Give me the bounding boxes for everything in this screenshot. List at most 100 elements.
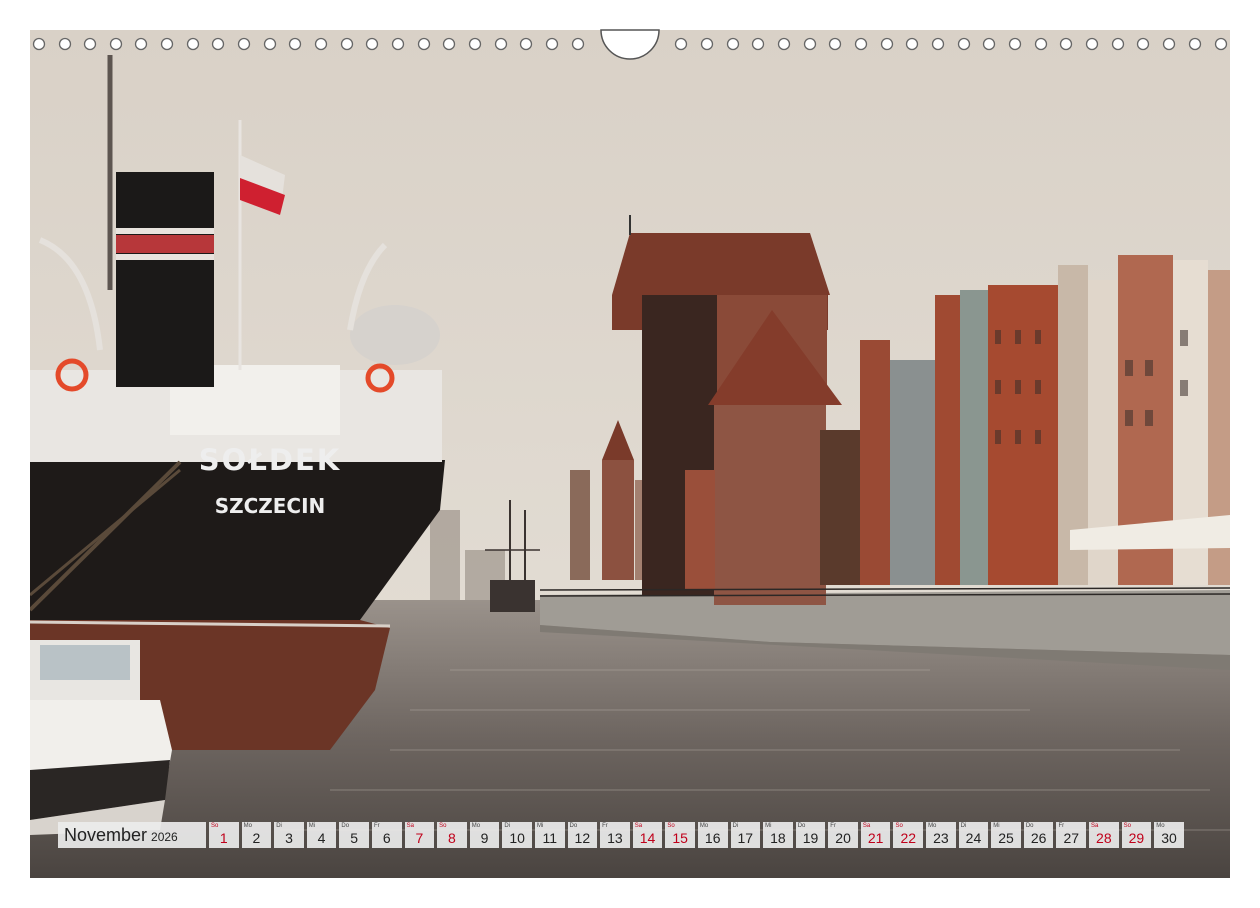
day-number: 23 xyxy=(933,830,949,846)
day-abbr: Do xyxy=(341,823,350,829)
calendar-page: SOŁDEK SZCZECIN xyxy=(30,30,1230,878)
day-abbr: Mi xyxy=(308,823,316,829)
day-cell: So 8 xyxy=(437,822,467,848)
day-abbr: Fr xyxy=(373,823,380,829)
day-number: 29 xyxy=(1128,830,1145,846)
day-cell: Fr 20 xyxy=(828,822,858,848)
day-number: 14 xyxy=(639,830,656,846)
day-cell: Sa 7 xyxy=(404,822,435,848)
day-list: So 1 Mo 2 Di 3 Mi 4 Do 5 Fr 6 Sa 7 So 8 Mo 9 Di 10 Mi 11 Do 12 F… xyxy=(209,822,1184,848)
day-abbr: Sa xyxy=(406,823,414,829)
month-label: November 2026 xyxy=(58,822,206,848)
day-abbr: So xyxy=(211,823,219,829)
day-cell: Mo 23 xyxy=(926,822,956,848)
day-cell: Fr 27 xyxy=(1056,822,1087,848)
day-number: 1 xyxy=(219,830,228,846)
day-cell: Fr 6 xyxy=(371,822,402,848)
day-number: 24 xyxy=(965,830,982,846)
day-cell: So 29 xyxy=(1121,822,1152,848)
day-number: 25 xyxy=(998,830,1014,846)
day-number: 30 xyxy=(1161,830,1177,846)
day-abbr: Sa xyxy=(862,823,871,829)
calendar-strip: November 2026 So 1 Mo 2 Di 3 Mi 4 Do 5 Fr 6 Sa 7 So 8 Mo… xyxy=(58,822,1184,848)
day-abbr: So xyxy=(667,823,675,829)
day-cell: So 1 xyxy=(209,822,239,848)
day-abbr: Di xyxy=(732,823,739,829)
day-abbr: Mo xyxy=(243,823,252,829)
month-year: 2026 xyxy=(151,830,178,844)
ship-port: SZCZECIN xyxy=(215,494,326,518)
ship-name: SOŁDEK xyxy=(199,443,342,477)
day-abbr: Di xyxy=(504,823,511,829)
day-abbr: Mi xyxy=(993,823,1000,829)
day-number: 20 xyxy=(835,830,851,846)
day-cell: Di 24 xyxy=(958,822,989,848)
harbour-photo: SOŁDEK SZCZECIN xyxy=(30,30,1230,878)
day-cell: Do 12 xyxy=(567,822,598,848)
day-abbr: Sa xyxy=(1091,823,1099,829)
day-number: 26 xyxy=(1030,830,1047,846)
month-name: November xyxy=(64,824,148,845)
day-number: 28 xyxy=(1096,830,1112,846)
day-abbr: Di xyxy=(960,823,967,829)
day-cell: So 22 xyxy=(893,822,924,848)
day-number: 4 xyxy=(317,830,326,846)
day-number: 21 xyxy=(867,830,884,846)
day-number: 10 xyxy=(509,830,525,846)
day-number: 3 xyxy=(285,830,293,846)
day-cell: Mi 18 xyxy=(763,822,793,848)
day-cell: Di 17 xyxy=(730,822,761,848)
day-number: 9 xyxy=(480,830,489,846)
day-cell: Do 26 xyxy=(1023,822,1054,848)
day-abbr: Mo xyxy=(699,823,709,829)
day-cell: Fr 13 xyxy=(600,822,630,848)
day-cell: Mo 16 xyxy=(697,822,728,848)
day-number: 16 xyxy=(704,830,721,846)
day-abbr: Mi xyxy=(536,823,544,829)
day-number: 7 xyxy=(415,830,424,846)
day-number: 2 xyxy=(252,830,261,846)
day-abbr: Mi xyxy=(765,823,772,829)
day-number: 15 xyxy=(672,830,688,846)
day-number: 8 xyxy=(448,830,456,846)
day-abbr: So xyxy=(895,823,903,829)
day-number: 18 xyxy=(770,830,786,846)
day-abbr: Di xyxy=(276,823,282,829)
day-number: 6 xyxy=(382,830,391,846)
day-number: 13 xyxy=(607,830,623,846)
day-abbr: Sa xyxy=(634,823,643,829)
day-cell: Do 19 xyxy=(795,822,826,848)
day-number: 12 xyxy=(574,830,591,846)
ring-binding xyxy=(32,29,1228,60)
day-cell: Di 3 xyxy=(274,822,304,848)
day-cell: Do 5 xyxy=(339,822,369,848)
day-cell: Mo 2 xyxy=(241,822,272,848)
day-number: 5 xyxy=(350,830,359,846)
day-number: 11 xyxy=(542,830,557,846)
day-abbr: Fr xyxy=(830,823,836,829)
day-cell: Mo 9 xyxy=(469,822,500,848)
day-cell: Mo 30 xyxy=(1154,822,1184,848)
day-cell: Mi 25 xyxy=(991,822,1021,848)
day-abbr: Do xyxy=(1025,823,1034,829)
day-cell: So 15 xyxy=(665,822,695,848)
day-number: 19 xyxy=(802,830,819,846)
day-cell: Mi 11 xyxy=(534,822,565,848)
day-abbr: So xyxy=(1123,823,1131,829)
day-cell: Mi 4 xyxy=(306,822,337,848)
day-abbr: Mo xyxy=(1156,823,1165,829)
day-abbr: Mo xyxy=(928,823,937,829)
day-abbr: So xyxy=(439,823,447,829)
day-number: 22 xyxy=(900,830,917,846)
day-abbr: Fr xyxy=(1058,823,1065,829)
day-number: 27 xyxy=(1063,830,1080,846)
day-cell: Sa 14 xyxy=(632,822,663,848)
day-number: 17 xyxy=(737,830,754,846)
day-abbr: Do xyxy=(569,823,578,829)
day-abbr: Mo xyxy=(471,823,481,829)
day-abbr: Do xyxy=(797,823,806,829)
crane-gate xyxy=(612,215,842,605)
day-cell: Sa 28 xyxy=(1089,822,1119,848)
day-cell: Sa 21 xyxy=(860,822,891,848)
day-cell: Di 10 xyxy=(502,822,532,848)
